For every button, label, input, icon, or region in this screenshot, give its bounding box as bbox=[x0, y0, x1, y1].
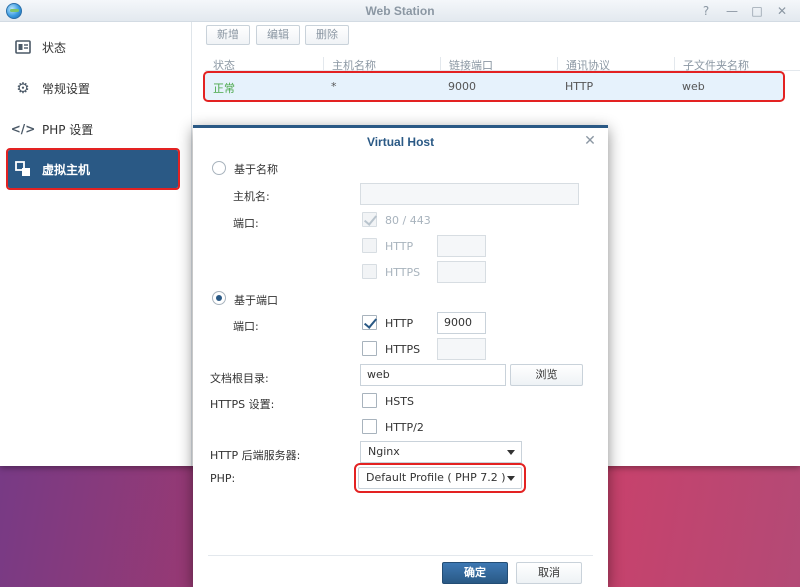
cancel-button[interactable]: 取消 bbox=[516, 562, 582, 584]
php-label: PHP: bbox=[210, 472, 236, 485]
sidebar-item-label: 状态 bbox=[42, 40, 67, 55]
edit-button[interactable]: 编辑 bbox=[256, 25, 300, 45]
sidebar-item-status[interactable]: 状态 bbox=[8, 28, 178, 66]
row-port: 9000 bbox=[448, 80, 476, 93]
footer-divider bbox=[208, 555, 593, 556]
http-port-input[interactable]: 9000 bbox=[437, 312, 486, 334]
port-https-label: HTTPS bbox=[385, 343, 421, 356]
backend-select-value: Nginx bbox=[368, 445, 400, 458]
title-bar[interactable]: Web Station ? — □ ✕ bbox=[0, 0, 800, 22]
name-port-label: 端口: bbox=[233, 217, 259, 230]
code-icon: </> bbox=[10, 122, 36, 136]
minimize-icon[interactable]: — bbox=[724, 3, 740, 19]
backend-label: HTTP 后端服务器: bbox=[210, 449, 301, 462]
port-label: 端口: bbox=[233, 320, 259, 333]
name-based-label: 基于名称 bbox=[234, 163, 278, 176]
row-status: 正常 bbox=[213, 82, 235, 95]
sidebar: 状态 ⚙ 常规设置 </> PHP 设置 虚拟主机 bbox=[0, 22, 192, 466]
default-port-checkbox[interactable] bbox=[362, 212, 377, 227]
name-http-port-input[interactable] bbox=[437, 235, 486, 257]
http2-checkbox[interactable] bbox=[362, 419, 377, 434]
virtual-host-dialog: Virtual Host ✕ 基于名称 主机名: 端口: 80 / 443 HT… bbox=[193, 125, 608, 587]
port-based-label: 基于端口 bbox=[234, 294, 278, 307]
gear-icon: ⚙ bbox=[16, 79, 30, 97]
name-https-label: HTTPS bbox=[385, 266, 421, 279]
maximize-icon[interactable]: □ bbox=[749, 3, 765, 19]
name-https-checkbox[interactable] bbox=[362, 264, 377, 279]
row-protocol: HTTP bbox=[565, 80, 594, 93]
http2-label: HTTP/2 bbox=[385, 421, 424, 434]
sidebar-item-label: 虚拟主机 bbox=[42, 162, 91, 177]
close-icon[interactable]: ✕ bbox=[774, 3, 790, 19]
virtual-host-icon bbox=[14, 160, 32, 178]
column-header-hostname[interactable]: 主机名称 bbox=[323, 57, 376, 72]
name-http-checkbox[interactable] bbox=[362, 238, 377, 253]
dialog-title: Virtual Host bbox=[366, 135, 435, 149]
sidebar-item-virtual-host[interactable]: 虚拟主机 bbox=[6, 148, 180, 190]
chevron-down-icon bbox=[507, 450, 515, 455]
add-button[interactable]: 新增 bbox=[206, 25, 250, 45]
column-header-protocol[interactable]: 通讯协议 bbox=[557, 57, 610, 72]
https-port-input[interactable] bbox=[437, 338, 486, 360]
table-header: 状态 主机名称 链接端口 通讯协议 子文件夹名称 bbox=[205, 55, 800, 72]
name-based-radio[interactable] bbox=[212, 161, 226, 175]
sidebar-item-general-settings[interactable]: ⚙ 常规设置 bbox=[8, 69, 178, 107]
ok-button[interactable]: 确定 bbox=[442, 562, 508, 584]
dialog-close-icon[interactable]: ✕ bbox=[582, 133, 598, 149]
sidebar-item-label: 常规设置 bbox=[42, 81, 91, 96]
docroot-label: 文档根目录: bbox=[210, 372, 269, 385]
column-header-subfolder[interactable]: 子文件夹名称 bbox=[674, 57, 749, 72]
port-http-checkbox[interactable] bbox=[362, 315, 377, 330]
backend-select[interactable]: Nginx bbox=[360, 441, 522, 463]
window-title: Web Station bbox=[365, 4, 435, 18]
status-icon bbox=[14, 38, 32, 56]
hsts-label: HSTS bbox=[385, 395, 414, 408]
docroot-input[interactable]: web bbox=[360, 364, 506, 386]
port-http-label: HTTP bbox=[385, 317, 414, 330]
row-hostname: * bbox=[331, 80, 337, 93]
help-icon[interactable]: ? bbox=[698, 3, 714, 19]
hostname-label: 主机名: bbox=[233, 190, 270, 203]
php-select[interactable]: Default Profile ( PHP 7.2 ) bbox=[354, 463, 526, 493]
php-select-value: Default Profile ( PHP 7.2 ) bbox=[366, 471, 506, 484]
hsts-checkbox[interactable] bbox=[362, 393, 377, 408]
column-header-status[interactable]: 状态 bbox=[205, 57, 235, 72]
port-based-radio[interactable] bbox=[212, 291, 226, 305]
name-http-label: HTTP bbox=[385, 240, 414, 253]
port-https-checkbox[interactable] bbox=[362, 341, 377, 356]
default-port-label: 80 / 443 bbox=[385, 214, 431, 227]
sidebar-item-php-settings[interactable]: </> PHP 设置 bbox=[8, 110, 178, 148]
column-header-port[interactable]: 链接端口 bbox=[440, 57, 493, 72]
sidebar-item-label: PHP 设置 bbox=[42, 122, 94, 137]
name-https-port-input[interactable] bbox=[437, 261, 486, 283]
browse-button[interactable]: 浏览 bbox=[510, 364, 583, 386]
https-settings-label: HTTPS 设置: bbox=[210, 398, 275, 411]
chevron-down-icon bbox=[507, 476, 515, 481]
hostname-input[interactable] bbox=[360, 183, 579, 205]
table-row[interactable]: 正常 * 9000 HTTP web bbox=[203, 71, 785, 102]
delete-button[interactable]: 删除 bbox=[305, 25, 349, 45]
row-subfolder: web bbox=[682, 80, 705, 93]
